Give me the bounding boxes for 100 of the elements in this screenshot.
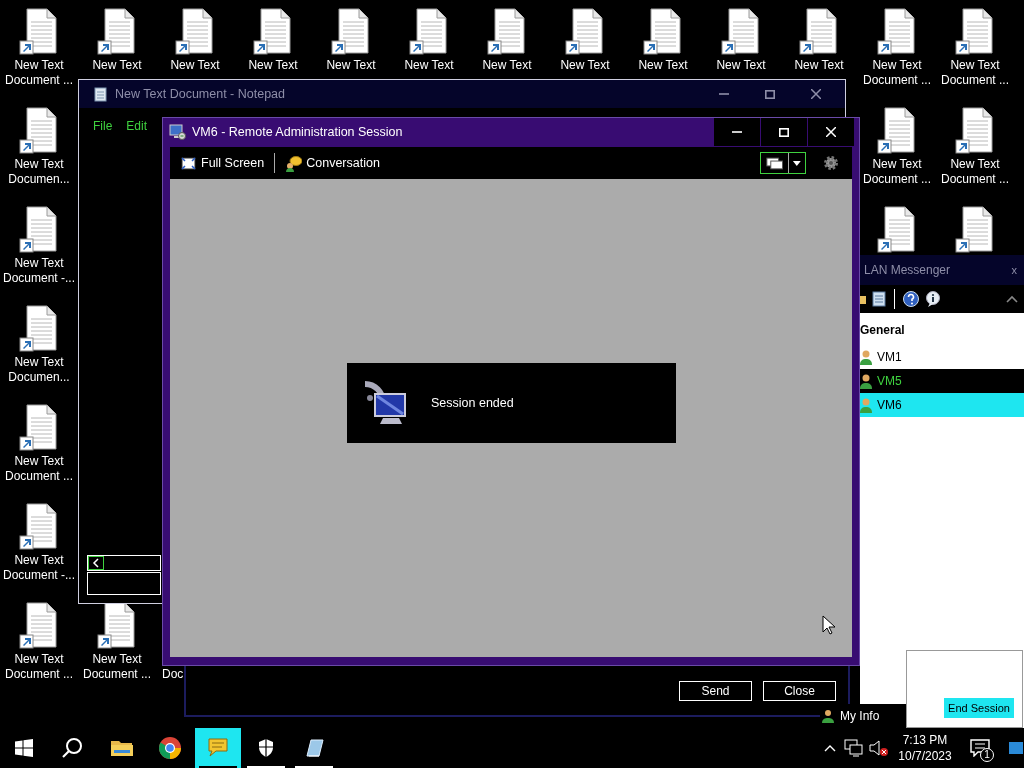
icon-label: New Text Document ... [863, 58, 931, 88]
icon-label: New Text Document -... [3, 553, 75, 583]
document-shortcut-icon[interactable] [19, 206, 59, 253]
icon-label: New Text [638, 58, 688, 73]
taskbar-app-button[interactable] [195, 728, 241, 768]
icon-label: Doc [161, 667, 184, 682]
windows-logo-icon [15, 739, 33, 757]
window-title: LAN Messenger [864, 262, 952, 279]
my-info-label: My Info [840, 708, 880, 725]
view-dropdown-button[interactable] [760, 152, 806, 174]
group-header: General [860, 322, 906, 339]
document-shortcut-icon[interactable] [721, 8, 761, 55]
contact-item[interactable]: VM5 [860, 369, 1024, 393]
remote-monitor-icon [169, 124, 186, 140]
icon-label: New Text Document ... [83, 652, 151, 682]
end-session-button[interactable]: End Session [944, 698, 1014, 718]
menu-item[interactable]: Edit [126, 117, 148, 135]
user-icon [822, 709, 834, 723]
document-shortcut-icon[interactable] [253, 8, 293, 55]
document-shortcut-icon[interactable] [877, 107, 917, 154]
document-shortcut-icon[interactable] [955, 8, 995, 55]
document-shortcut-icon[interactable] [955, 107, 995, 154]
user-icon [860, 349, 872, 365]
dialog-button[interactable]: Close [763, 681, 836, 701]
maximize-icon [765, 89, 775, 99]
document-shortcut-icon[interactable] [19, 107, 59, 154]
icon-label: New Text [716, 58, 766, 73]
document-shortcut-icon[interactable] [877, 8, 917, 55]
close-button[interactable] [808, 118, 854, 146]
chevron-up-icon [824, 744, 836, 752]
network-icon[interactable] [844, 739, 864, 757]
browser-icon [158, 736, 182, 760]
icon-label: New Text Documen... [8, 355, 70, 385]
help-icon[interactable] [903, 291, 919, 307]
toolbar-button[interactable]: Conversation [285, 153, 380, 173]
window-title: New Text Document - Notepad [115, 85, 286, 103]
toolbar-button[interactable]: Full Screen [180, 153, 265, 173]
icon-label: New Text [92, 58, 142, 73]
speech-bubbles-icon [285, 154, 303, 172]
document-shortcut-icon[interactable] [877, 206, 917, 253]
icon-label: New Text Document ... [941, 157, 1009, 187]
notepad-icon [93, 86, 109, 102]
menu-item[interactable]: File [93, 117, 113, 135]
document-shortcut-icon[interactable] [565, 8, 605, 55]
document-shortcut-icon[interactable] [19, 404, 59, 451]
notifications-button[interactable]: 1 [960, 728, 1000, 768]
icon-label: New Text [326, 58, 376, 73]
icon-label: New Text Document ... [863, 157, 931, 187]
icon-label: New Text [248, 58, 298, 73]
maximize-icon [779, 127, 789, 137]
desktop-icon [1009, 742, 1023, 754]
icon-label: New Text Document ... [5, 58, 73, 88]
info-icon[interactable] [925, 291, 941, 307]
document-shortcut-icon[interactable] [643, 8, 683, 55]
icon-label: New Text Document -... [3, 256, 75, 286]
icon-label: New Text [170, 58, 220, 73]
icon-label: New Text [482, 58, 532, 73]
horizontal-scrollbar[interactable] [87, 555, 161, 571]
chevron-left-icon [92, 558, 100, 568]
dialog-button[interactable]: Send [679, 681, 752, 701]
document-shortcut-icon[interactable] [331, 8, 371, 55]
close-icon [826, 127, 836, 137]
user-icon [860, 397, 872, 413]
status-message: Session ended [431, 394, 514, 412]
notes-icon[interactable] [872, 291, 886, 307]
close-icon [811, 89, 821, 99]
contact-item[interactable]: VM6 [860, 393, 1024, 417]
dismiss-button[interactable]: x [1011, 261, 1017, 279]
document-shortcut-icon[interactable] [409, 8, 449, 55]
icon-label: New Text Documen... [8, 157, 70, 187]
document-shortcut-icon[interactable] [19, 305, 59, 352]
document-shortcut-icon[interactable] [799, 8, 839, 55]
user-icon [860, 373, 872, 389]
icon-label: New Text [794, 58, 844, 73]
minimize-icon [719, 93, 729, 95]
document-shortcut-icon[interactable] [487, 8, 527, 55]
clock[interactable]: 7:13 PM 10/7/2023 [892, 728, 958, 768]
document-shortcut-icon[interactable] [97, 8, 137, 55]
settings-icon[interactable] [822, 154, 840, 172]
notification-count: 1 [980, 748, 994, 762]
minimize-icon [732, 131, 742, 133]
volume-muted-icon[interactable] [868, 739, 890, 757]
window-title: VM6 - Remote Administration Session [192, 123, 404, 141]
clock-time: 7:13 PM [902, 732, 948, 748]
document-shortcut-icon[interactable] [175, 8, 215, 55]
maximize-button[interactable] [761, 118, 807, 146]
document-shortcut-icon[interactable] [955, 206, 995, 253]
search-icon [61, 737, 83, 759]
clock-date: 10/7/2023 [898, 748, 952, 764]
collapse-icon[interactable] [1006, 295, 1018, 303]
document-shortcut-icon[interactable] [19, 602, 59, 649]
notification-icon [970, 739, 990, 757]
icon-label: New Text [404, 58, 454, 73]
document-shortcut-icon[interactable] [19, 503, 59, 550]
icon-label: New Text Document ... [5, 454, 73, 484]
mouse-pointer-icon [822, 615, 836, 635]
document-shortcut-icon[interactable] [19, 8, 59, 55]
document-shortcut-icon[interactable] [97, 602, 137, 649]
fullscreen-icon [180, 154, 197, 172]
scroll-left-button[interactable] [88, 556, 104, 570]
